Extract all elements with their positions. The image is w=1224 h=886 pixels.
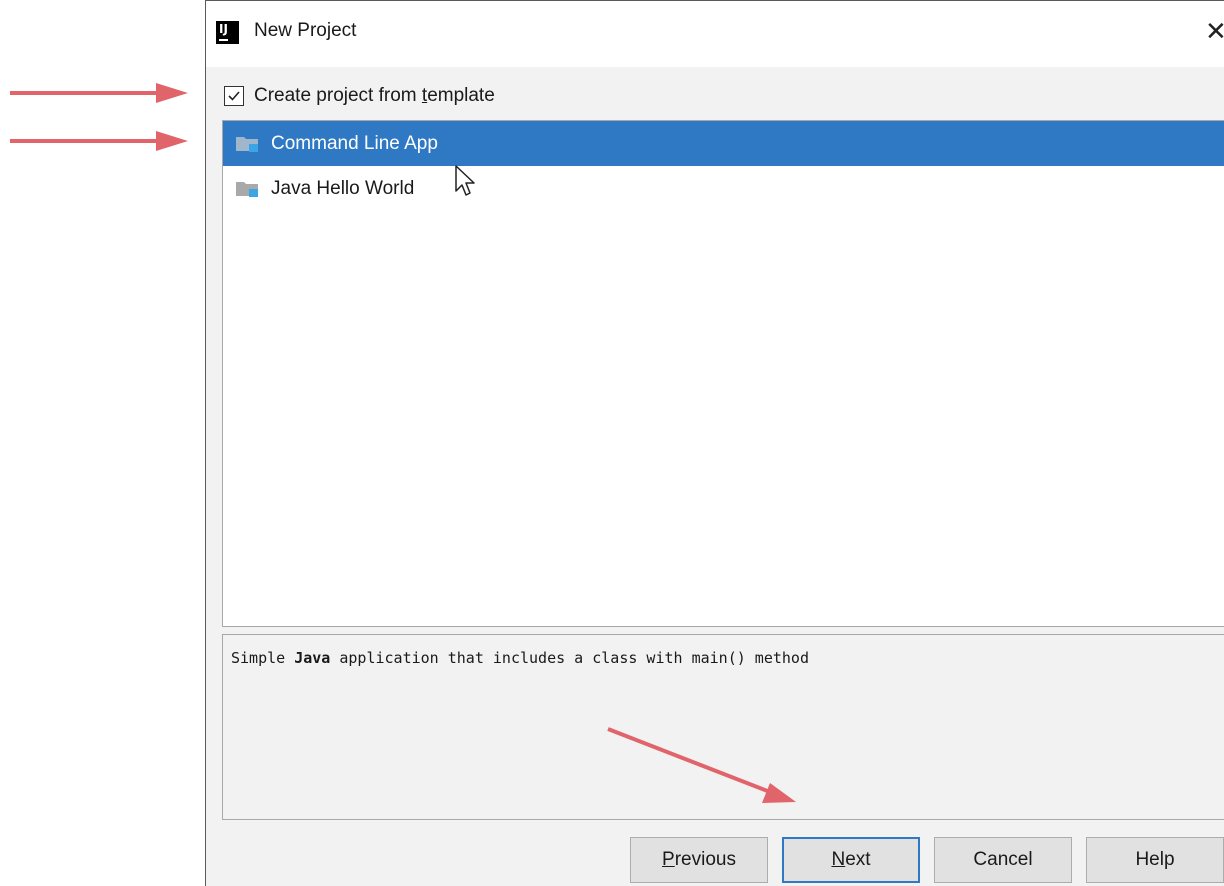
create-from-template-checkbox[interactable]: Create project from template — [224, 83, 495, 109]
previous-label: revious — [674, 849, 736, 870]
previous-button[interactable]: Previous — [630, 837, 768, 883]
template-item-label: Command Line App — [271, 132, 438, 154]
template-item-label: Java Hello World — [271, 177, 415, 199]
description-text: application that includes a class with m… — [330, 649, 809, 667]
arrow-to-command-line-app-icon — [10, 131, 188, 151]
app-icon-bar — [219, 39, 228, 41]
next-button[interactable]: Next — [782, 837, 920, 883]
dialog-title: New Project — [254, 20, 357, 41]
checkbox-label-part: Create project from — [254, 85, 422, 106]
description-text: Simple — [231, 649, 295, 667]
template-description: Simple Java application that includes a … — [222, 634, 1224, 820]
intellij-app-icon: IJ — [216, 21, 239, 44]
help-button[interactable]: Help — [1086, 837, 1224, 883]
checkbox-box[interactable] — [224, 86, 244, 106]
new-project-dialog: IJ New Project ✕ Create project from tem… — [205, 0, 1224, 886]
folder-icon — [236, 136, 258, 152]
checkmark-icon — [228, 91, 240, 101]
screenshot-stage: IJ New Project ✕ Create project from tem… — [0, 0, 1224, 886]
title-bar: IJ New Project ✕ — [206, 1, 1224, 67]
mouse-cursor-icon — [455, 165, 475, 196]
cancel-button[interactable]: Cancel — [934, 837, 1072, 883]
arrow-to-checkbox-icon — [10, 83, 188, 103]
template-list[interactable]: Command Line App Java Hello World — [222, 120, 1224, 627]
template-item-command-line-app[interactable]: Command Line App — [223, 121, 1224, 166]
next-label: ext — [845, 849, 871, 870]
folder-icon — [236, 181, 258, 197]
template-item-java-hello-world[interactable]: Java Hello World — [223, 166, 1224, 211]
next-mnemonic: N — [831, 849, 846, 870]
checkbox-label-part: emplate — [427, 85, 495, 106]
close-icon[interactable]: ✕ — [1205, 15, 1224, 49]
checkbox-label: Create project from template — [254, 85, 495, 107]
description-bold: Java — [294, 649, 331, 667]
app-icon-letters: IJ — [219, 22, 228, 36]
previous-mnemonic: P — [662, 849, 675, 870]
